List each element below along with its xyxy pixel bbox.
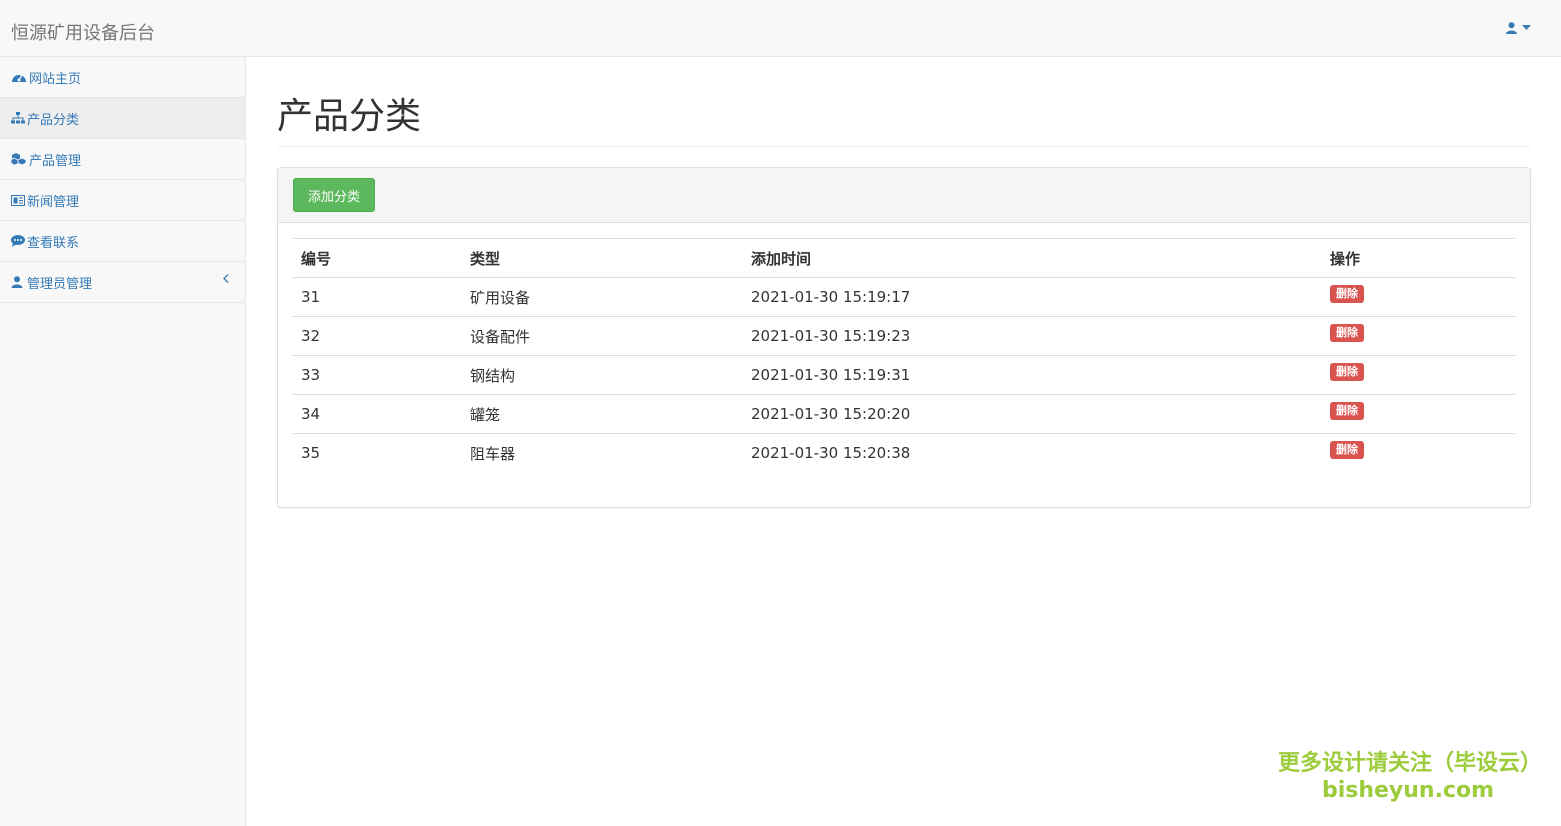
user-icon [11,276,23,288]
sidebar-item-label: 管理员管理 [27,276,93,292]
delete-button[interactable]: 删除 [1330,324,1364,342]
watermark-line2: bisheyun.com [1321,778,1495,803]
cell-id: 31 [293,277,462,317]
cell-action: 删除 [1322,355,1515,395]
cubes-icon [11,153,27,165]
cell-type: 罐笼 [462,394,743,434]
sidebar: 网站主页 产品分类 产品管理 新闻管理 查看联系 管理员管理 [0,57,246,826]
sidebar-item-label: 新闻管理 [27,194,80,210]
sidebar-item-label: 查看联系 [27,235,80,251]
column-header-id: 编号 [293,238,462,278]
brand-title[interactable]: 恒源矿用设备后台 [11,19,155,45]
add-category-button[interactable]: 添加分类 [293,178,375,212]
cell-id: 32 [293,316,462,356]
table-row: 34 罐笼 2021-01-30 15:20:20 删除 [293,394,1515,434]
sidebar-item-news-manage[interactable]: 新闻管理 [0,180,245,221]
cell-type: 钢结构 [462,355,743,395]
table-row: 35 阻车器 2021-01-30 15:20:38 删除 [293,433,1515,473]
cell-action: 删除 [1322,316,1515,356]
table-header-row: 编号 类型 添加时间 操作 [293,238,1515,278]
column-header-time: 添加时间 [743,238,1322,278]
user-menu-toggle[interactable] [1506,22,1531,34]
category-table: 编号 类型 添加时间 操作 31 矿用设备 2021-01-30 15:19:1… [293,238,1515,473]
sidebar-item-admin-manage[interactable]: 管理员管理 [0,262,245,303]
table-row: 33 钢结构 2021-01-30 15:19:31 删除 [293,355,1515,395]
chevron-left-icon[interactable] [223,274,229,283]
caret-down-icon [1522,25,1531,30]
cell-id: 35 [293,433,462,473]
delete-button[interactable]: 删除 [1330,441,1364,460]
sidebar-item-home[interactable]: 网站主页 [0,57,245,98]
watermark-line1: 更多设计请关注（毕设云） [1278,751,1543,776]
watermark: 更多设计请关注（毕设云） bisheyun.com [1278,750,1543,804]
panel-heading: 添加分类 [278,168,1530,223]
sitemap-icon [11,112,25,124]
cell-id: 34 [293,394,462,434]
sidebar-item-product-manage[interactable]: 产品管理 [0,139,245,180]
comment-icon [11,235,25,247]
delete-button[interactable]: 删除 [1330,363,1364,381]
sidebar-item-product-category[interactable]: 产品分类 [0,98,245,139]
sidebar-item-label: 产品分类 [27,112,80,128]
cell-id: 33 [293,355,462,395]
sidebar-item-label: 网站主页 [29,71,82,87]
category-panel: 添加分类 编号 类型 添加时间 操作 31 矿用设备 2021-01-30 15… [277,167,1531,508]
cell-type: 设备配件 [462,316,743,356]
user-icon [1506,22,1517,34]
newspaper-icon [11,194,25,206]
cell-action: 删除 [1322,277,1515,317]
cell-action: 删除 [1322,394,1515,434]
table-row: 32 设备配件 2021-01-30 15:19:23 删除 [293,316,1515,356]
delete-button[interactable]: 删除 [1330,402,1364,420]
cell-type: 阻车器 [462,433,743,473]
cell-time: 2021-01-30 15:19:23 [743,316,1322,356]
cell-type: 矿用设备 [462,277,743,317]
table-row: 31 矿用设备 2021-01-30 15:19:17 删除 [293,277,1515,317]
cell-time: 2021-01-30 15:20:38 [743,433,1322,473]
top-navbar: 恒源矿用设备后台 [0,0,1561,57]
column-header-type: 类型 [462,238,743,278]
cell-time: 2021-01-30 15:19:31 [743,355,1322,395]
main-content: 产品分类 添加分类 编号 类型 添加时间 操作 31 矿用设备 2021-01-… [277,57,1531,508]
column-header-action: 操作 [1322,238,1515,278]
dashboard-icon [12,74,26,82]
sidebar-item-view-contact[interactable]: 查看联系 [0,221,245,262]
cell-time: 2021-01-30 15:20:20 [743,394,1322,434]
delete-button[interactable]: 删除 [1330,285,1364,303]
sidebar-item-label: 产品管理 [29,153,82,169]
cell-action: 删除 [1322,433,1515,473]
page-title: 产品分类 [277,57,1531,147]
cell-time: 2021-01-30 15:19:17 [743,277,1322,317]
